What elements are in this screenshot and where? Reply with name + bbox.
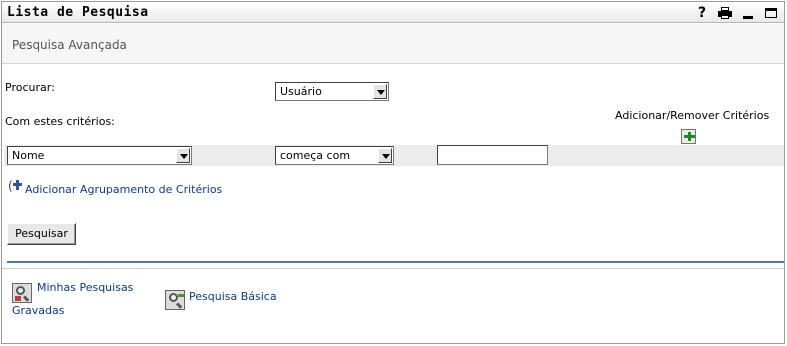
add-remove-criteria-label: Adicionar/Remover Critérios bbox=[615, 109, 770, 122]
saved-searches-icon[interactable] bbox=[12, 283, 32, 303]
advanced-search-heading: Pesquisa Avançada bbox=[12, 38, 127, 52]
attribute-value: Nome bbox=[12, 149, 45, 162]
search-type-value: Usuário bbox=[280, 85, 322, 98]
divider bbox=[7, 261, 784, 263]
maximize-icon[interactable] bbox=[764, 6, 778, 20]
search-button[interactable]: Pesquisar bbox=[7, 223, 76, 245]
subheader: Pesquisa Avançada bbox=[2, 24, 784, 64]
add-criteria-group-link[interactable]: Adicionar Agrupamento de Critérios bbox=[25, 183, 222, 196]
search-type-select[interactable]: Usuário bbox=[275, 82, 389, 101]
basic-search-icon[interactable] bbox=[165, 290, 185, 310]
titlebar: Lista de Pesquisa ? bbox=[2, 2, 784, 23]
chevron-down-icon bbox=[373, 84, 387, 99]
print-icon[interactable] bbox=[718, 6, 732, 20]
add-group-icon[interactable]: ( bbox=[8, 179, 24, 195]
saved-searches-link-line2[interactable]: Gravadas bbox=[12, 304, 65, 317]
operator-select[interactable]: começa com bbox=[275, 146, 394, 165]
help-icon[interactable]: ? bbox=[695, 6, 709, 20]
titlebar-icons: ? bbox=[695, 4, 778, 21]
chevron-down-icon bbox=[378, 148, 392, 163]
operator-value: começa com bbox=[280, 149, 351, 162]
saved-searches-link-line1[interactable]: Minhas Pesquisas bbox=[37, 281, 133, 294]
criteria-label: Com estes critérios: bbox=[5, 115, 115, 128]
search-list-portlet: Lista de Pesquisa ? Pesquisa Avançada Pr… bbox=[1, 1, 785, 344]
basic-search-link[interactable]: Pesquisa Básica bbox=[189, 290, 277, 303]
criteria-value-input[interactable] bbox=[437, 145, 548, 165]
attribute-select[interactable]: Nome bbox=[7, 146, 192, 165]
chevron-down-icon bbox=[176, 148, 190, 163]
minimize-icon[interactable] bbox=[741, 6, 755, 20]
divider bbox=[2, 268, 784, 269]
search-for-label: Procurar: bbox=[5, 81, 55, 94]
add-criteria-icon[interactable] bbox=[681, 129, 696, 144]
portlet-title: Lista de Pesquisa bbox=[7, 5, 149, 20]
